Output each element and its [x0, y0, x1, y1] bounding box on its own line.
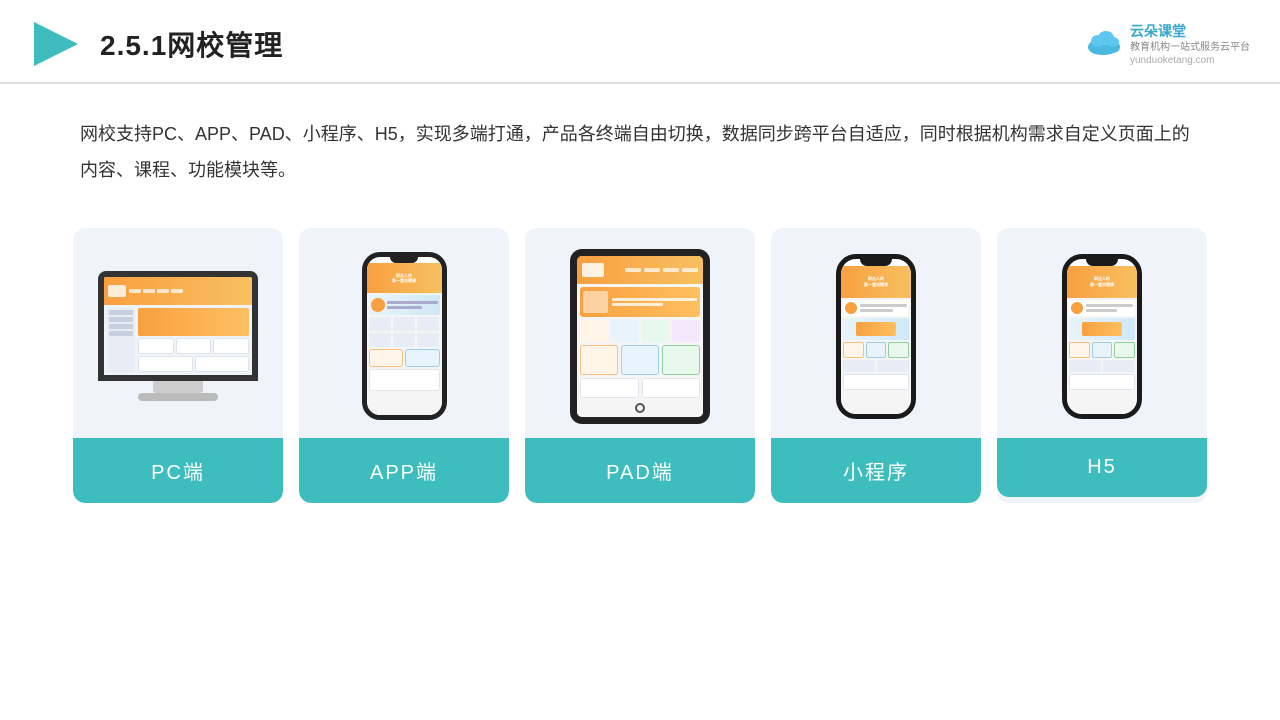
card-miniapp-image: 职达人的第一堂训哦课: [771, 228, 981, 438]
header: 2.5.1网校管理 云朵课堂 教育机构一站式服务云平台 yunduoketang…: [0, 0, 1280, 84]
card-h5-label: H5: [997, 438, 1207, 497]
logo-tagline: 教育机构一站式服务云平台 yunduoketang.com: [1130, 41, 1250, 67]
miniapp-device: 职达人的第一堂训哦课: [836, 254, 916, 419]
card-pad-label: PAD端: [525, 438, 755, 503]
card-miniapp-label: 小程序: [771, 438, 981, 503]
card-app-label: APP端: [299, 438, 509, 503]
card-pc-label: PC端: [73, 438, 283, 503]
cards-container: PC端 职达人的第一堂训哦课: [0, 208, 1280, 533]
cloud-logo-icon: [1084, 29, 1122, 59]
logo-text-area: 云朵课堂 教育机构一站式服务云平台 yunduoketang.com: [1130, 21, 1250, 67]
description-text: 网校支持PC、APP、PAD、小程序、H5，实现多端打通，产品各终端自由切换，数…: [0, 84, 1280, 208]
logo-brand: 云朵课堂: [1130, 21, 1250, 41]
play-icon: [30, 18, 82, 70]
logo-area: 云朵课堂 教育机构一站式服务云平台 yunduoketang.com: [1084, 21, 1250, 67]
pad-device: [570, 249, 710, 424]
card-app-image: 职达人的第一堂训哦课: [299, 228, 509, 438]
card-h5-image: 职达人的第一堂训哦课: [997, 228, 1207, 438]
card-pc: PC端: [73, 228, 283, 503]
app-device: 职达人的第一堂训哦课: [362, 252, 447, 420]
pc-device: [98, 271, 258, 401]
card-pad: PAD端: [525, 228, 755, 503]
card-miniapp: 职达人的第一堂训哦课: [771, 228, 981, 503]
card-h5: 职达人的第一堂训哦课: [997, 228, 1207, 503]
page-title: 2.5.1网校管理: [100, 24, 283, 64]
h5-device: 职达人的第一堂训哦课: [1062, 254, 1142, 419]
card-pc-image: [73, 228, 283, 438]
header-left: 2.5.1网校管理: [30, 18, 283, 70]
card-app: 职达人的第一堂训哦课: [299, 228, 509, 503]
card-pad-image: [525, 228, 755, 438]
